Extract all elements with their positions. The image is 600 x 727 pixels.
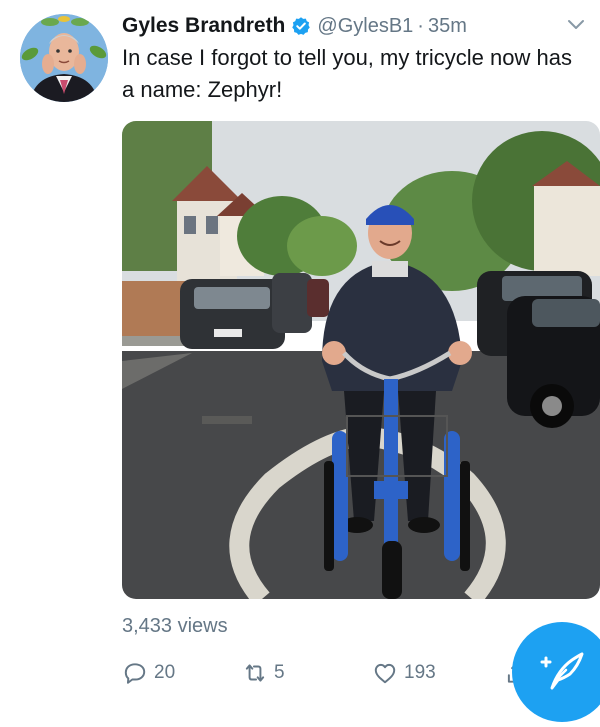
author-handle[interactable]: @GylesB1: [317, 15, 413, 38]
view-count: 3,433 views: [122, 615, 228, 637]
compose-tweet-button[interactable]: [512, 622, 600, 722]
avatar[interactable]: [20, 14, 108, 102]
author-name[interactable]: Gyles Brandreth: [122, 14, 285, 38]
tweet-timestamp[interactable]: 35m: [428, 15, 467, 38]
like-count: 193: [404, 662, 436, 683]
retweet-count: 5: [274, 662, 285, 683]
video-frame-image: [122, 121, 600, 599]
separator-dot: ·: [417, 14, 424, 37]
chevron-down-icon[interactable]: [566, 14, 586, 34]
reply-button[interactable]: 20: [122, 660, 175, 686]
tweet-video[interactable]: [122, 121, 600, 599]
reply-icon: [124, 663, 146, 684]
avatar-image: [20, 14, 108, 102]
heart-icon: [374, 663, 396, 684]
verified-badge-icon: [292, 17, 311, 35]
reply-count: 20: [154, 662, 176, 683]
like-button[interactable]: 193: [372, 660, 436, 686]
tweet-header: Gyles Brandreth @GylesB1 · 35m: [122, 10, 560, 42]
compose-tweet-icon: [540, 652, 584, 690]
tweet-text: In case I forgot to tell you, my tricycl…: [122, 45, 572, 102]
retweet-icon: [245, 664, 265, 682]
retweet-button[interactable]: 5: [242, 660, 285, 686]
